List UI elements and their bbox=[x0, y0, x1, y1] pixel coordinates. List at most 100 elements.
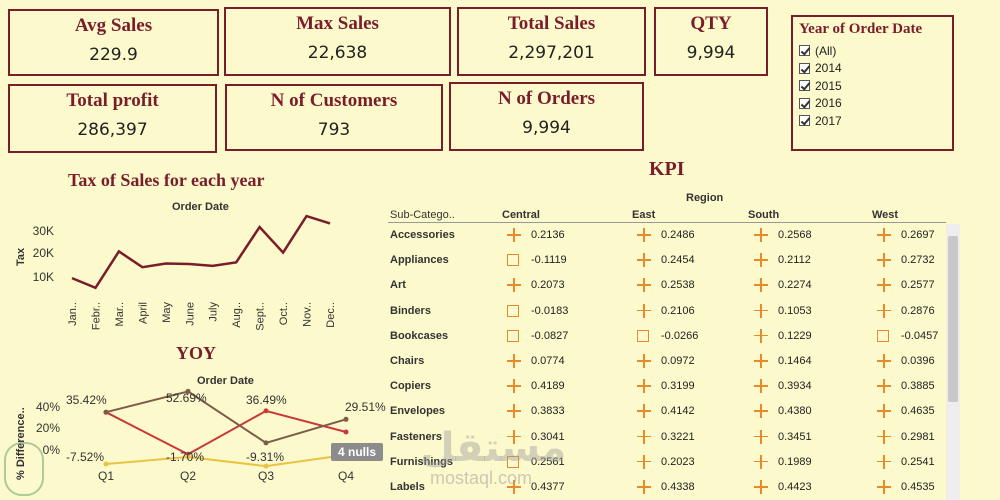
tax-ytick: 10K bbox=[33, 270, 54, 284]
tax-x-tick: Mar.. bbox=[114, 302, 126, 326]
tax-x-tick: Oct.. bbox=[278, 302, 290, 325]
card-value: 793 bbox=[317, 120, 351, 140]
region-header-south[interactable]: South bbox=[748, 209, 779, 221]
yoy-x-tick: Q2 bbox=[180, 469, 196, 483]
tax-x-tick: May bbox=[161, 302, 173, 323]
plus-mark-icon bbox=[877, 429, 891, 444]
subcategory-label: Envelopes bbox=[390, 405, 446, 418]
kpi-value: 0.0774 bbox=[531, 355, 565, 367]
plus-mark-icon bbox=[877, 253, 891, 268]
kpi-row[interactable]: Appliances -0.1119 0.2454 0.2112 0.2732 bbox=[390, 248, 945, 273]
checkbox-checked-icon[interactable] bbox=[799, 115, 810, 127]
square-mark-icon bbox=[507, 304, 519, 317]
plus-mark-icon bbox=[877, 480, 891, 494]
plus-mark-icon bbox=[754, 354, 768, 368]
kpi-value: 0.2697 bbox=[901, 229, 935, 241]
kpi-row[interactable]: Envelopes 0.3833 0.4142 0.4380 0.4635 bbox=[390, 399, 945, 424]
checkbox-checked-icon[interactable] bbox=[799, 80, 810, 92]
kpi-row[interactable]: Binders -0.0183 0.2106 0.1053 0.2876 bbox=[390, 299, 945, 324]
tax-x-tick: Sept.. bbox=[255, 302, 267, 331]
filter-item-2015[interactable]: 2015 bbox=[799, 77, 946, 95]
tax-chart-title: Tax of Sales for each year bbox=[68, 170, 265, 190]
plus-mark-icon bbox=[754, 303, 768, 318]
kpi-value: 0.4189 bbox=[531, 380, 565, 393]
region-header-west[interactable]: West bbox=[872, 209, 898, 221]
kpi-value: 0.0396 bbox=[901, 355, 935, 367]
card-value: 286,397 bbox=[77, 120, 148, 140]
kpi-value: -0.0827 bbox=[531, 329, 569, 342]
kpi-value: 0.2981 bbox=[901, 430, 935, 443]
subcategory-label: Binders bbox=[390, 304, 431, 317]
kpi-row[interactable]: Chairs 0.0774 0.0972 0.1464 0.0396 bbox=[390, 349, 945, 374]
subcategory-label: Accessories bbox=[390, 229, 455, 241]
checkbox-checked-icon[interactable] bbox=[799, 45, 810, 57]
kpi-value: -0.0266 bbox=[661, 329, 699, 342]
yoy-data-label: -7.52% bbox=[66, 450, 104, 464]
plus-mark-icon bbox=[754, 480, 768, 494]
kpi-row[interactable]: Copiers 0.4189 0.3199 0.3934 0.3885 bbox=[390, 374, 945, 399]
kpi-value: -0.0457 bbox=[901, 329, 939, 342]
subcategory-label: Art bbox=[390, 279, 406, 292]
kpi-row[interactable]: Art 0.2073 0.2538 0.2274 0.2577 bbox=[390, 273, 945, 298]
subcategory-header[interactable]: Sub-Catego.. bbox=[390, 209, 455, 221]
tax-x-tick: Febr.. bbox=[90, 302, 102, 330]
filter-item-label: 2014 bbox=[815, 61, 842, 76]
yoy-series-line bbox=[105, 453, 347, 468]
yoy-ytick: 40% bbox=[36, 400, 60, 414]
kpi-scrollbar-thumb[interactable] bbox=[948, 236, 958, 402]
kpi-value: 0.2112 bbox=[778, 254, 811, 267]
filter-title: Year of Order Date bbox=[799, 21, 923, 37]
filter-item-2017[interactable]: 2017 bbox=[799, 112, 946, 130]
kpi-value: 0.1053 bbox=[778, 304, 812, 317]
kpi-value: 0.2136 bbox=[531, 229, 565, 241]
card-title: N of Customers bbox=[270, 90, 398, 111]
plus-mark-icon bbox=[507, 278, 521, 293]
kpi-value: 0.1989 bbox=[778, 455, 812, 468]
card-value: 9,994 bbox=[686, 43, 736, 63]
plus-mark-icon bbox=[877, 454, 891, 469]
kpi-value: 0.1464 bbox=[778, 355, 812, 367]
checkbox-checked-icon[interactable] bbox=[799, 97, 810, 109]
checkbox-checked-icon[interactable] bbox=[799, 62, 810, 74]
yoy-point bbox=[263, 463, 269, 469]
filter-item-label: 2016 bbox=[815, 96, 842, 111]
region-header-east[interactable]: East bbox=[632, 209, 655, 221]
card-title: N of Orders bbox=[497, 88, 596, 109]
nulls-badge[interactable]: 4 nulls bbox=[331, 443, 383, 461]
square-mark-icon bbox=[507, 329, 519, 342]
card-title: Total Sales bbox=[507, 13, 596, 34]
kpi-value: 0.4635 bbox=[901, 405, 935, 418]
kpi-value: 0.4142 bbox=[661, 405, 695, 418]
plus-mark-icon bbox=[507, 404, 521, 419]
total-sales-card: Total Sales 2,297,201 bbox=[457, 7, 646, 76]
tax-x-tick: Aug.. bbox=[231, 302, 243, 328]
filter-item-all[interactable]: (All) bbox=[799, 42, 946, 60]
plus-mark-icon bbox=[507, 228, 521, 242]
kpi-row[interactable]: Accessories 0.2136 0.2486 0.2568 0.2697 bbox=[390, 223, 945, 248]
yoy-point bbox=[343, 429, 349, 435]
filter-item-2014[interactable]: 2014 bbox=[799, 60, 946, 78]
kpi-value: 0.3833 bbox=[531, 405, 565, 418]
plus-mark-icon bbox=[637, 429, 651, 444]
orders-card: N of Orders 9,994 bbox=[449, 82, 644, 151]
tax-ytick: 30K bbox=[33, 224, 54, 238]
filter-item-2016[interactable]: 2016 bbox=[799, 95, 946, 113]
region-header-central[interactable]: Central bbox=[502, 209, 540, 221]
plus-mark-icon bbox=[507, 354, 521, 368]
plus-mark-icon bbox=[877, 278, 891, 293]
tax-x-tick: June bbox=[184, 302, 196, 326]
yoy-x-tick: Q4 bbox=[338, 469, 354, 483]
tax-x-tick: Jan.. bbox=[67, 302, 79, 326]
square-mark-icon bbox=[877, 329, 889, 342]
plus-mark-icon bbox=[877, 404, 891, 419]
kpi-row[interactable]: Bookcases -0.0827 -0.0266 0.1229 -0.0457 bbox=[390, 324, 945, 349]
plus-mark-icon bbox=[637, 228, 651, 242]
kpi-value: 0.2274 bbox=[778, 279, 812, 292]
yoy-point bbox=[263, 408, 269, 414]
watermark-arabic: مستقل bbox=[420, 425, 567, 471]
plus-mark-icon bbox=[754, 454, 768, 469]
kpi-value: 0.2106 bbox=[661, 304, 695, 317]
plus-mark-icon bbox=[507, 379, 521, 394]
plus-mark-icon bbox=[754, 429, 768, 444]
yoy-data-label: 35.42% bbox=[66, 393, 107, 407]
